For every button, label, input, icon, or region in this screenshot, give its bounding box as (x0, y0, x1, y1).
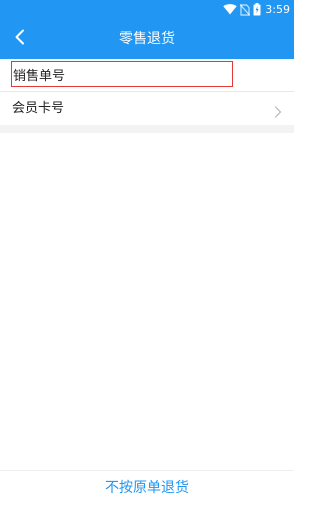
return-without-order-button[interactable]: 不按原单退货 (0, 471, 294, 505)
chevron-right-icon (274, 103, 282, 118)
member-card-label: 会员卡号 (12, 101, 65, 116)
page-title: 零售退货 (119, 31, 175, 47)
battery-icon (253, 3, 261, 16)
section-separator (0, 125, 294, 133)
status-icons: 3:59 (223, 0, 290, 19)
sales-order-row: 销售单号 (0, 59, 294, 91)
no-sim-icon (240, 3, 251, 16)
sales-order-label: 销售单号 (13, 68, 66, 84)
nav-bar: 零售退货 (0, 19, 294, 59)
status-bar: 3:59 (0, 0, 294, 19)
status-time: 3:59 (265, 3, 290, 16)
member-card-row[interactable]: 会员卡号 (0, 92, 294, 125)
wifi-icon (223, 4, 237, 15)
sales-order-field[interactable]: 销售单号 (11, 61, 233, 87)
